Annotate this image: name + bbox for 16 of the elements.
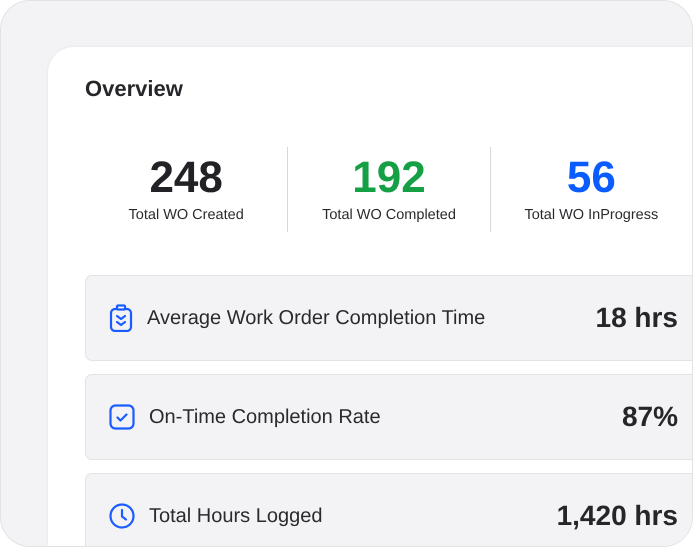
metric-label: Total Hours Logged [149, 504, 324, 529]
metric-value: 1,420 hrs [556, 499, 678, 533]
metric-label: Average Work Order Completion Time [147, 306, 486, 331]
stat-label: Total WO InProgress [524, 206, 658, 225]
metric-value: 87% [622, 400, 678, 434]
metric-label: On-Time Completion Rate [149, 405, 382, 430]
clipboard-check-icon [109, 304, 133, 332]
stat-value: 248 [149, 152, 223, 203]
stat-value: 192 [352, 152, 426, 203]
metric-value: 18 hrs [596, 301, 678, 335]
stat-label: Total WO Created [128, 206, 244, 225]
stat-value: 56 [566, 152, 616, 203]
clock-icon [109, 503, 135, 529]
stat-label: Total WO Completed [322, 206, 456, 225]
checkbox-icon [109, 404, 135, 430]
card-title: Overview [85, 75, 184, 103]
